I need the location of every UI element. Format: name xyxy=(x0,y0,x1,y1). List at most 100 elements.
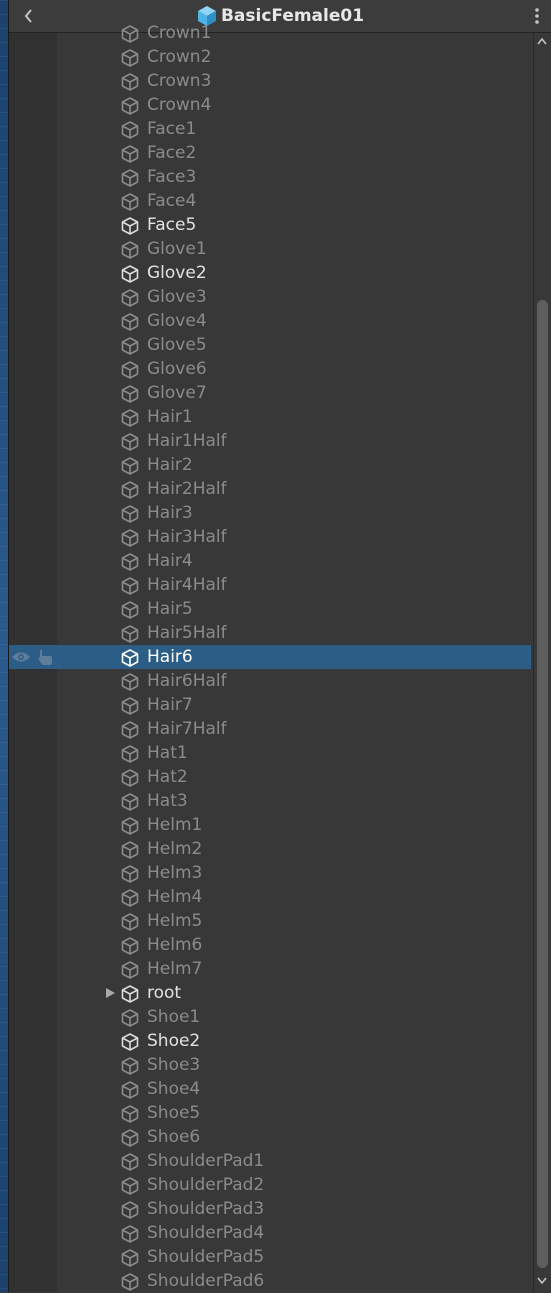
visibility-eye-icon[interactable] xyxy=(11,650,31,664)
scroll-down-arrow-icon[interactable] xyxy=(536,1274,548,1286)
hierarchy-item[interactable]: Hair6 xyxy=(9,645,531,669)
hierarchy-item[interactable]: Crown1 xyxy=(9,21,531,45)
gameobject-cube-icon xyxy=(121,1033,139,1051)
hierarchy-item[interactable]: Helm4 xyxy=(9,885,531,909)
hierarchy-item[interactable]: Shoe2 xyxy=(9,1029,531,1053)
hierarchy-item[interactable]: Hair4Half xyxy=(9,573,531,597)
gameobject-cube-icon xyxy=(121,745,139,763)
hierarchy-item[interactable]: Glove3 xyxy=(9,285,531,309)
hierarchy-item-label: Helm5 xyxy=(147,911,203,931)
gameobject-cube-icon xyxy=(121,961,139,979)
hierarchy-item[interactable]: Shoe6 xyxy=(9,1125,531,1149)
hierarchy-item-label: Hair3 xyxy=(147,503,193,523)
hierarchy-item[interactable]: Glove6 xyxy=(9,357,531,381)
hierarchy-item-label: Glove7 xyxy=(147,383,207,403)
hierarchy-item-label: Glove4 xyxy=(147,311,207,331)
hierarchy-item[interactable]: Helm5 xyxy=(9,909,531,933)
hierarchy-item-label: root xyxy=(147,983,182,1003)
hierarchy-item[interactable]: Face4 xyxy=(9,189,531,213)
gameobject-cube-icon xyxy=(121,913,139,931)
gameobject-cube-icon xyxy=(121,553,139,571)
hierarchy-item[interactable]: ShoulderPad4 xyxy=(9,1221,531,1245)
hierarchy-item[interactable]: Hair7 xyxy=(9,693,531,717)
gameobject-cube-icon xyxy=(121,385,139,403)
hierarchy-item[interactable]: Shoe1 xyxy=(9,1005,531,1029)
hierarchy-item-label: Crown4 xyxy=(147,95,212,115)
hierarchy-item[interactable]: Face3 xyxy=(9,165,531,189)
hierarchy-item-label: Hair1Half xyxy=(147,431,227,451)
hierarchy-item[interactable]: Hat1 xyxy=(9,741,531,765)
hierarchy-item[interactable]: Helm3 xyxy=(9,861,531,885)
hierarchy-item[interactable]: Crown4 xyxy=(9,93,531,117)
hierarchy-item-label: Glove6 xyxy=(147,359,207,379)
hierarchy-item[interactable]: Hair7Half xyxy=(9,717,531,741)
expand-arrow-icon[interactable] xyxy=(104,987,116,999)
hierarchy-item[interactable]: Hair3Half xyxy=(9,525,531,549)
hierarchy-item-label: Glove3 xyxy=(147,287,207,307)
hierarchy-item[interactable]: Helm7 xyxy=(9,957,531,981)
hierarchy-item[interactable]: Hat2 xyxy=(9,765,531,789)
hierarchy-item[interactable]: ShoulderPad3 xyxy=(9,1197,531,1221)
gameobject-cube-icon xyxy=(121,337,139,355)
hierarchy-item-label: Crown1 xyxy=(147,23,212,43)
gameobject-cube-icon xyxy=(121,625,139,643)
hierarchy-item[interactable]: Glove7 xyxy=(9,381,531,405)
hierarchy-item[interactable]: Helm1 xyxy=(9,813,531,837)
gameobject-cube-icon xyxy=(121,457,139,475)
hierarchy-item[interactable]: Helm2 xyxy=(9,837,531,861)
kebab-menu-icon xyxy=(535,8,539,24)
hierarchy-item-label: ShoulderPad4 xyxy=(147,1223,265,1243)
hierarchy-item[interactable]: ShoulderPad1 xyxy=(9,1149,531,1173)
hierarchy-item[interactable]: Hat3 xyxy=(9,789,531,813)
gameobject-cube-icon xyxy=(121,1129,139,1147)
hierarchy-item-label: Hair5 xyxy=(147,599,193,619)
hierarchy-item[interactable]: Glove4 xyxy=(9,309,531,333)
hierarchy-item[interactable]: Hair5 xyxy=(9,597,531,621)
hierarchy-item-label: Helm6 xyxy=(147,935,203,955)
hierarchy-item-label: Hair7Half xyxy=(147,719,227,739)
hierarchy-item[interactable]: Crown2 xyxy=(9,45,531,69)
scroll-up-arrow-icon[interactable] xyxy=(536,36,548,48)
hierarchy-item[interactable]: Hair1 xyxy=(9,405,531,429)
hierarchy-item[interactable]: Helm6 xyxy=(9,933,531,957)
hierarchy-item[interactable]: ShoulderPad6 xyxy=(9,1269,531,1293)
gameobject-cube-icon xyxy=(121,505,139,523)
gameobject-cube-icon xyxy=(121,361,139,379)
gameobject-cube-icon xyxy=(121,1081,139,1099)
options-menu-button[interactable] xyxy=(529,4,545,28)
hierarchy-item[interactable]: Glove1 xyxy=(9,237,531,261)
hierarchy-item-label: Shoe1 xyxy=(147,1007,201,1027)
gameobject-cube-icon xyxy=(121,529,139,547)
hierarchy-item[interactable]: Hair1Half xyxy=(9,429,531,453)
hierarchy-item[interactable]: ShoulderPad5 xyxy=(9,1245,531,1269)
gameobject-cube-icon xyxy=(121,1249,139,1267)
hierarchy-item[interactable]: Shoe5 xyxy=(9,1101,531,1125)
hierarchy-item[interactable]: Hair3 xyxy=(9,501,531,525)
gameobject-cube-icon xyxy=(121,1105,139,1123)
hierarchy-item-label: Glove1 xyxy=(147,239,207,259)
hierarchy-item-label: ShoulderPad5 xyxy=(147,1247,265,1267)
gameobject-cube-icon xyxy=(121,73,139,91)
hierarchy-item-label: Shoe5 xyxy=(147,1103,201,1123)
hierarchy-item[interactable]: Face1 xyxy=(9,117,531,141)
hierarchy-item[interactable]: Hair6Half xyxy=(9,669,531,693)
hierarchy-item[interactable]: Shoe4 xyxy=(9,1077,531,1101)
gameobject-cube-icon xyxy=(121,313,139,331)
hierarchy-item[interactable]: Hair5Half xyxy=(9,621,531,645)
hierarchy-item[interactable]: Crown3 xyxy=(9,69,531,93)
scrollbar-thumb[interactable] xyxy=(537,300,548,1268)
hierarchy-item[interactable]: Hair2 xyxy=(9,453,531,477)
hierarchy-item[interactable]: Hair2Half xyxy=(9,477,531,501)
scene-view-edge xyxy=(0,0,9,1292)
hierarchy-item[interactable]: Face2 xyxy=(9,141,531,165)
hierarchy-item[interactable]: Shoe3 xyxy=(9,1053,531,1077)
hierarchy-item[interactable]: Hair4 xyxy=(9,549,531,573)
gameobject-cube-icon xyxy=(121,769,139,787)
gameobject-cube-icon xyxy=(121,169,139,187)
pickable-hand-icon[interactable] xyxy=(36,648,54,666)
hierarchy-item[interactable]: ShoulderPad2 xyxy=(9,1173,531,1197)
hierarchy-item[interactable]: Face5 xyxy=(9,213,531,237)
hierarchy-item[interactable]: root xyxy=(9,981,531,1005)
hierarchy-item[interactable]: Glove2 xyxy=(9,261,531,285)
hierarchy-item[interactable]: Glove5 xyxy=(9,333,531,357)
